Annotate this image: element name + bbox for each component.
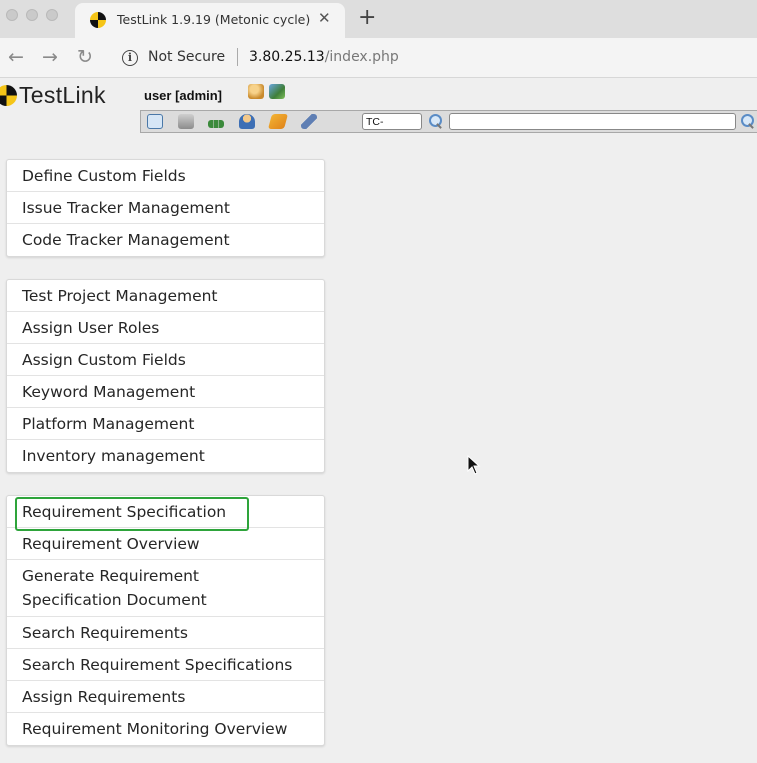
testlink-logo-text[interactable]: TestLink bbox=[19, 82, 106, 109]
menu-item-assign-requirements[interactable]: Assign Requirements bbox=[7, 681, 324, 713]
menu-item-requirement-specification[interactable]: Requirement Specification bbox=[7, 496, 324, 531]
menu-item-search-requirement-specifications[interactable]: Search Requirement Specifications bbox=[7, 649, 324, 681]
menu-item-label: Define Custom Fields bbox=[22, 166, 186, 185]
menu-panel-system: Define Custom Fields Issue Tracker Manag… bbox=[6, 159, 325, 257]
menu-item-define-custom-fields[interactable]: Define Custom Fields bbox=[7, 160, 324, 192]
testlink-favicon-icon bbox=[90, 12, 106, 28]
menu-item-code-tracker-management[interactable]: Code Tracker Management bbox=[7, 224, 324, 256]
test-case-id-input[interactable] bbox=[362, 113, 422, 130]
user-icon[interactable] bbox=[239, 114, 255, 129]
browser-tab-bar: TestLink 1.9.19 (Metonic cycle) ✕ + bbox=[0, 0, 757, 38]
menu-item-requirement-overview[interactable]: Requirement Overview bbox=[7, 528, 324, 560]
tab-title: TestLink 1.9.19 (Metonic cycle) bbox=[117, 12, 311, 27]
menu-item-label: Keyword Management bbox=[22, 382, 196, 401]
menu-item-generate-requirement-specification-document[interactable]: Generate Requirement Specification Docum… bbox=[7, 560, 324, 617]
menu-item-label: Generate Requirement Specification Docum… bbox=[22, 567, 207, 609]
reload-icon[interactable]: ↻ bbox=[77, 47, 93, 67]
menu-item-test-project-management[interactable]: Test Project Management bbox=[7, 280, 324, 312]
menu-item-assign-user-roles[interactable]: Assign User Roles bbox=[7, 312, 324, 344]
menu-item-search-requirements[interactable]: Search Requirements bbox=[7, 617, 324, 649]
menu-item-inventory-management[interactable]: Inventory management bbox=[7, 440, 324, 472]
menu-item-label: Requirement Specification bbox=[22, 502, 227, 521]
menu-item-label: Assign Custom Fields bbox=[22, 350, 186, 369]
menu-item-label: Search Requirements bbox=[22, 623, 188, 642]
testlink-header: TestLink user [admin] bbox=[0, 79, 757, 135]
url-text[interactable]: 3.80.25.13/index.php bbox=[249, 49, 399, 65]
menu-panel-project: Test Project Management Assign User Role… bbox=[6, 279, 325, 473]
menu-item-label: Inventory management bbox=[22, 447, 205, 465]
active-tab[interactable]: TestLink 1.9.19 (Metonic cycle) ✕ bbox=[75, 3, 345, 38]
url-path: /index.php bbox=[324, 49, 399, 65]
desktop-icon[interactable] bbox=[147, 114, 163, 129]
menu-item-label: Assign Requirements bbox=[22, 687, 186, 706]
menu-item-label: Requirement Monitoring Overview bbox=[22, 720, 288, 738]
user-edit-icon[interactable] bbox=[248, 84, 264, 99]
window-minimize-control[interactable] bbox=[26, 9, 38, 21]
user-label: user [admin] bbox=[144, 88, 223, 103]
menu-panel-requirements: Requirement Specification Requirement Ov… bbox=[6, 495, 325, 746]
menu-item-label: Search Requirement Specifications bbox=[22, 655, 293, 674]
menu-item-assign-custom-fields[interactable]: Assign Custom Fields bbox=[7, 344, 324, 376]
mouse-pointer-icon bbox=[467, 455, 481, 475]
tab-close-icon[interactable]: ✕ bbox=[318, 9, 331, 27]
url-divider bbox=[237, 48, 238, 66]
hierarchy-icon[interactable] bbox=[208, 120, 224, 128]
menu-item-label: Test Project Management bbox=[22, 286, 218, 305]
info-icon[interactable]: i bbox=[122, 50, 138, 66]
back-arrow-icon[interactable]: ← bbox=[8, 47, 24, 67]
menu-item-requirement-monitoring-overview[interactable]: Requirement Monitoring Overview bbox=[7, 713, 324, 745]
cart-icon[interactable] bbox=[178, 114, 194, 129]
menu-item-issue-tracker-management[interactable]: Issue Tracker Management bbox=[7, 192, 324, 224]
menu-item-label: Requirement Overview bbox=[22, 534, 200, 553]
menu-item-keyword-management[interactable]: Keyword Management bbox=[7, 376, 324, 408]
menu-item-platform-management[interactable]: Platform Management bbox=[7, 408, 324, 440]
window-zoom-control[interactable] bbox=[46, 9, 58, 21]
new-tab-button[interactable]: + bbox=[358, 5, 376, 31]
window-close-control[interactable] bbox=[6, 9, 18, 21]
menu-item-label: Issue Tracker Management bbox=[22, 198, 230, 217]
address-bar: ← → ↻ i Not Secure 3.80.25.13/index.php bbox=[0, 38, 757, 78]
security-status[interactable]: Not Secure bbox=[148, 49, 225, 65]
menu-item-label: Code Tracker Management bbox=[22, 231, 230, 249]
main-toolbar bbox=[140, 110, 757, 133]
logout-icon[interactable] bbox=[269, 84, 285, 99]
menu-item-label: Assign User Roles bbox=[22, 318, 160, 337]
forward-arrow-icon[interactable]: → bbox=[42, 47, 58, 67]
search-icon[interactable] bbox=[739, 113, 756, 130]
testlink-logo-icon bbox=[0, 85, 17, 106]
tc-search-icon[interactable] bbox=[427, 113, 444, 130]
search-input[interactable] bbox=[449, 113, 736, 130]
wrench-icon[interactable] bbox=[301, 114, 317, 129]
menu-item-label: Platform Management bbox=[22, 414, 195, 433]
bullhorn-icon[interactable] bbox=[267, 114, 289, 129]
url-host: 3.80.25.13 bbox=[249, 49, 325, 65]
